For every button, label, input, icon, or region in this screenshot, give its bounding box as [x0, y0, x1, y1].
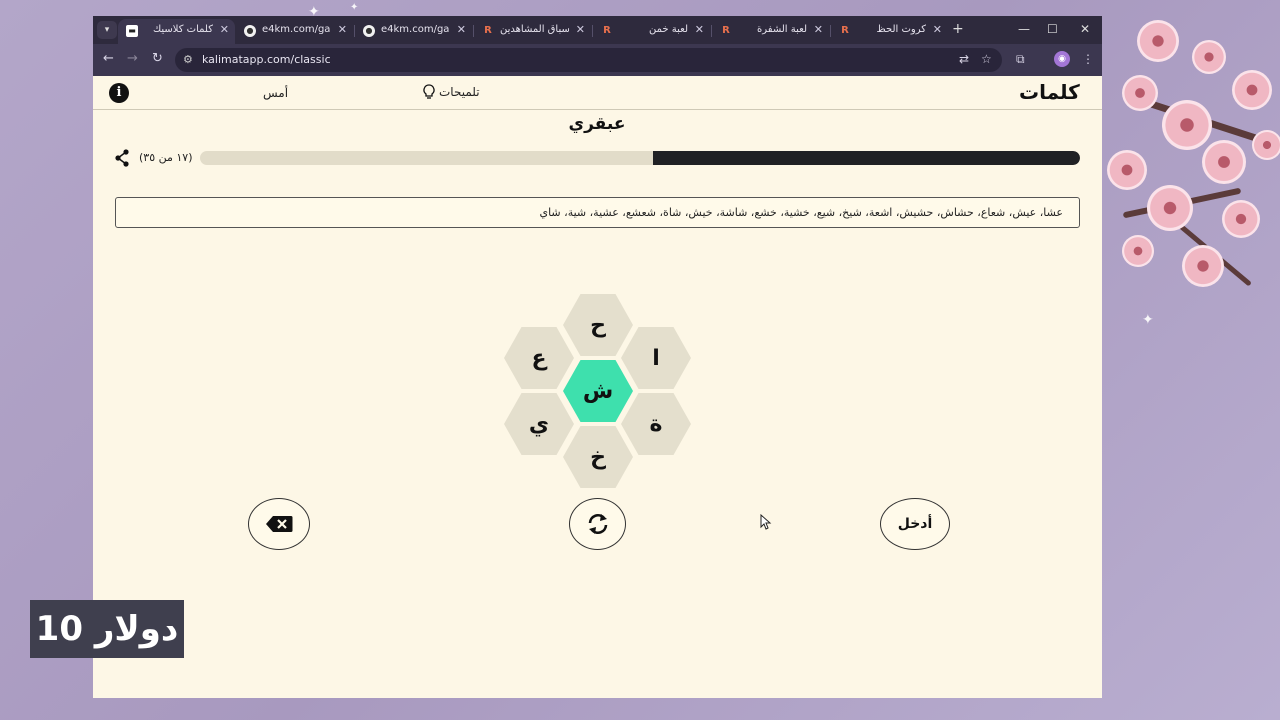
e4km-icon: ● — [363, 25, 375, 37]
r-icon: R — [603, 25, 611, 36]
tab-luck-cards[interactable]: R كروت الحظ ✕ — [831, 19, 948, 44]
tab-guess-game[interactable]: R لعبة خمن ✕ — [593, 19, 710, 44]
letter-hex-lower-right[interactable]: ة — [621, 393, 691, 455]
progress-bar — [200, 151, 1080, 165]
close-tab-icon[interactable]: ✕ — [338, 23, 347, 36]
tab-title: e4km.com/games/ — [381, 24, 450, 35]
menu-icon[interactable]: ⋮ — [1082, 52, 1094, 66]
reload-icon[interactable]: ↻ — [152, 51, 163, 66]
back-icon[interactable]: ← — [103, 51, 114, 66]
tab-cipher-game[interactable]: R لعبة الشفرة ✕ — [712, 19, 829, 44]
kalimat-app: كلمات تلميحات أمس i عبقري (١٧ من ٣٥) عشا… — [93, 76, 1102, 698]
shuffle-button[interactable] — [569, 498, 626, 550]
profile-avatar[interactable]: ◉ — [1054, 51, 1070, 67]
site-settings-icon[interactable]: ⚙ — [183, 53, 193, 66]
enter-label: أدخل — [897, 516, 933, 532]
close-window-icon[interactable]: ✕ — [1080, 22, 1090, 36]
e4km-icon: ● — [244, 25, 256, 37]
url-text: kalimatapp.com/classic — [202, 53, 331, 66]
letter-hex-upper-left[interactable]: ع — [504, 327, 574, 389]
hints-label: تلميحات — [439, 85, 480, 99]
address-bar[interactable]: ⚙ kalimatapp.com/classic ⇄ ☆ — [175, 48, 1002, 72]
close-tab-icon[interactable]: ✕ — [814, 23, 823, 36]
tab-kalimat-classic[interactable]: ▬ كلمات كلاسيك ✕ — [118, 19, 235, 44]
close-tab-icon[interactable]: ✕ — [457, 23, 466, 36]
refresh-icon — [588, 514, 607, 534]
price-overlay: دولار 10 — [30, 600, 184, 658]
bookmark-star-icon[interactable]: ☆ — [981, 52, 992, 66]
maximize-icon[interactable]: ☐ — [1047, 22, 1058, 36]
progress-fill — [652, 151, 1080, 165]
browser-window: ▾ ▬ كلمات كلاسيك ✕ ● e4km.com/games/ ✕ ●… — [93, 16, 1102, 698]
close-tab-icon[interactable]: ✕ — [695, 23, 704, 36]
tab-e4km-2[interactable]: ● e4km.com/games/ ✕ — [355, 19, 472, 44]
tab-viewers-race[interactable]: R سباق المشاهدين ✕ — [474, 19, 591, 44]
yesterday-link[interactable]: أمس — [263, 86, 288, 100]
translate-icon[interactable]: ⇄ — [959, 52, 969, 66]
close-tab-icon[interactable]: ✕ — [576, 23, 585, 36]
browser-toolbar: ← → ↻ ⚙ kalimatapp.com/classic ⇄ ☆ ⧉ ◉ ⋮ — [93, 44, 1102, 76]
sparkle-icon: ✦ — [350, 2, 359, 13]
tab-title: لعبة الشفرة — [757, 24, 807, 35]
app-header: كلمات تلميحات أمس i — [93, 76, 1102, 110]
found-words-box[interactable]: عشا، عيش، شعاع، حشاش، حشيش، اشعة، شيخ، ش… — [115, 197, 1080, 228]
close-tab-icon[interactable]: ✕ — [933, 23, 942, 36]
info-icon[interactable]: i — [109, 83, 129, 103]
tab-title: كروت الحظ — [876, 24, 926, 35]
hints-button[interactable]: تلميحات — [423, 76, 483, 110]
tab-e4km-1[interactable]: ● e4km.com/games/ ✕ — [236, 19, 353, 44]
tab-title: e4km.com/games/ — [262, 24, 331, 35]
share-icon[interactable] — [114, 149, 130, 167]
tab-title: كلمات كلاسيك — [152, 24, 213, 35]
tab-title: سباق المشاهدين — [500, 24, 569, 35]
app-logo: كلمات — [1019, 80, 1080, 104]
found-words-list: عشا، عيش، شعاع، حشاش، حشيش، اشعة، شيخ، ش… — [539, 206, 1063, 219]
mouse-cursor-icon — [760, 514, 772, 530]
cherry-blossom-decoration: ✦ — [1102, 0, 1280, 720]
kalimat-app-icon: ▬ — [126, 25, 138, 37]
tab-title: لعبة خمن — [648, 24, 688, 35]
r-icon: R — [484, 25, 492, 36]
lightbulb-icon — [423, 84, 435, 99]
letter-hex-top[interactable]: ح — [563, 294, 633, 356]
tab-search-dropdown[interactable]: ▾ — [97, 21, 117, 39]
r-icon: R — [722, 25, 730, 36]
enter-button[interactable]: أدخل — [880, 498, 950, 550]
extensions-icon[interactable]: ⧉ — [1016, 52, 1025, 67]
word-count: (١٧ من ٣٥) — [139, 151, 193, 164]
close-tab-icon[interactable]: ✕ — [220, 23, 229, 36]
letter-hex-lower-left[interactable]: ي — [504, 393, 574, 455]
letter-hex-upper-right[interactable]: ا — [621, 327, 691, 389]
letter-hex-center[interactable]: ش — [563, 360, 633, 422]
new-tab-icon[interactable]: + — [952, 21, 964, 37]
forward-icon[interactable]: → — [127, 51, 138, 66]
minimize-icon[interactable]: — — [1018, 22, 1030, 36]
r-icon: R — [841, 25, 849, 36]
delete-button[interactable] — [248, 498, 310, 550]
rank-title: عبقري — [568, 114, 626, 134]
tab-bar: ▾ ▬ كلمات كلاسيك ✕ ● e4km.com/games/ ✕ ●… — [93, 16, 1102, 44]
letter-hex-bottom[interactable]: خ — [563, 426, 633, 488]
backspace-icon — [266, 516, 293, 532]
